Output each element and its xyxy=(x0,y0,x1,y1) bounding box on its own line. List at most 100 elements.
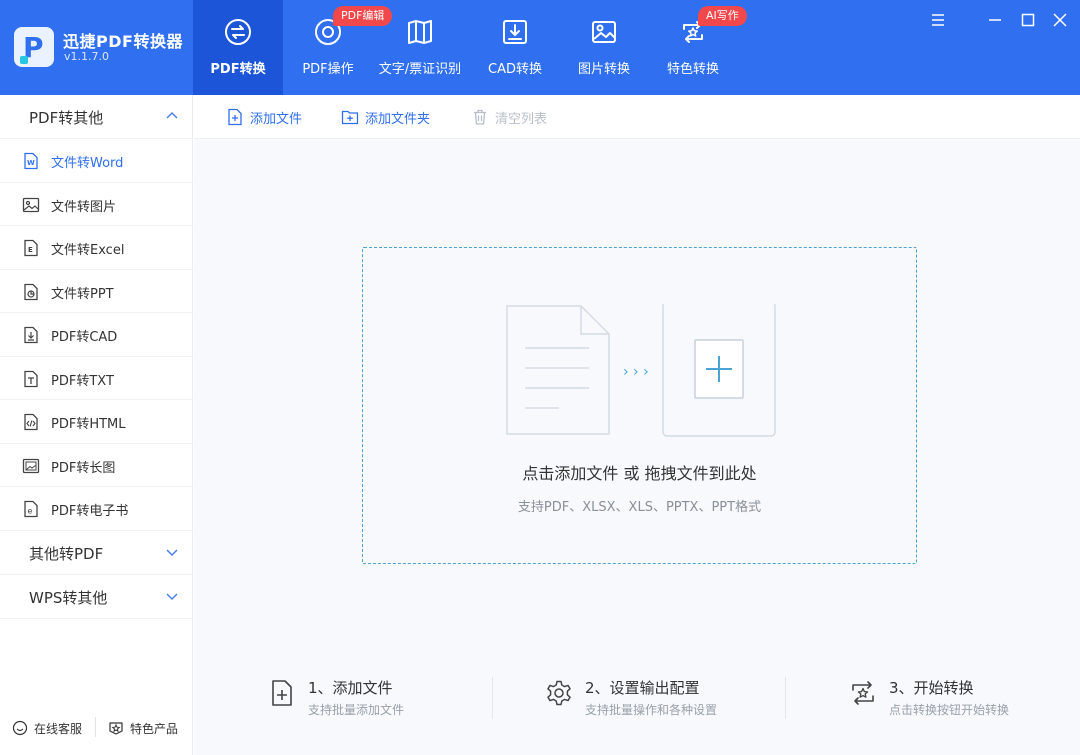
sidebar-item-file-to-ppt[interactable]: 文件转PPT xyxy=(0,270,193,313)
ai-writing-badge: AI写作 xyxy=(698,6,747,26)
add-file-step-icon xyxy=(272,680,292,706)
chat-icon xyxy=(12,720,28,736)
drop-zone-subtitle: 支持PDF、XLSX、XLS、PPTX、PPT格式 xyxy=(517,500,762,515)
step-divider xyxy=(785,677,786,719)
sidebar: PDF转其他 W 文件转Word 文件转图片 E 文件转Excel 文件转PPT… xyxy=(0,95,193,755)
footer-divider xyxy=(95,717,96,737)
sidebar-item-pdf-to-long-image[interactable]: PDF转长图 xyxy=(0,444,193,487)
app-name: 迅捷PDF转换器 xyxy=(63,32,183,51)
clear-list-label: 清空列表 xyxy=(495,112,548,127)
image-icon xyxy=(592,21,616,43)
step-title: 2、设置输出配置 xyxy=(585,679,700,697)
sidebar-item-label: 文件转PPT xyxy=(51,286,114,302)
step-subtitle: 支持批量操作和各种设置 xyxy=(585,703,718,717)
maximize-icon[interactable] xyxy=(1018,10,1038,30)
sidebar-item-pdf-to-cad[interactable]: PDF转CAD xyxy=(0,313,193,357)
tab-label: PDF操作 xyxy=(302,62,354,77)
add-file-button[interactable]: 添加文件 xyxy=(226,107,316,127)
drop-illustration: › › › xyxy=(506,304,776,437)
sidebar-item-label: PDF转HTML xyxy=(51,417,126,432)
featured-products-icon xyxy=(109,722,123,735)
app-logo-icon: P xyxy=(14,27,54,67)
sidebar-item-label: 文件转图片 xyxy=(51,199,117,215)
image-file-icon xyxy=(22,197,40,212)
pdf-convert-icon xyxy=(225,19,251,45)
step-add-file: 1、添加文件 支持批量添加文件 xyxy=(268,675,468,719)
step-subtitle: 支持批量添加文件 xyxy=(308,703,405,717)
chevron-down-icon xyxy=(166,549,178,557)
html-file-icon xyxy=(24,413,38,431)
sidebar-item-pdf-to-html[interactable]: PDF转HTML xyxy=(0,400,193,444)
add-folder-label: 添加文件夹 xyxy=(365,112,431,127)
category-wps-to-other[interactable]: WPS转其他 xyxy=(0,575,193,619)
category-label: PDF转其他 xyxy=(29,109,104,127)
main-panel: 添加文件 添加文件夹 清空列表 › › › 点击添加文件 或 拖拽文件到此处 支… xyxy=(194,95,1080,755)
excel-file-icon: E xyxy=(24,239,38,257)
sidebar-item-pdf-to-ebook[interactable]: e PDF转电子书 xyxy=(0,487,193,531)
cad-file-icon xyxy=(24,326,38,344)
tab-label: 特色转换 xyxy=(666,62,719,77)
tab-cad[interactable]: CAD转换 xyxy=(470,0,560,95)
document-icon xyxy=(506,305,610,435)
category-label: WPS转其他 xyxy=(29,589,108,607)
pdf-edit-badge: PDF编辑 xyxy=(333,6,393,26)
file-drop-zone[interactable]: › › › 点击添加文件 或 拖拽文件到此处 支持PDF、XLSX、XLS、PP… xyxy=(362,247,917,564)
trash-icon xyxy=(474,109,486,125)
step-subtitle: 点击转换按钮开始转换 xyxy=(889,703,1010,717)
sidebar-item-label: PDF转长图 xyxy=(51,460,116,476)
arrows-icon: › › › xyxy=(623,364,649,380)
cad-icon xyxy=(503,20,527,44)
step-start-convert: 3、开始转换 点击转换按钮开始转换 xyxy=(849,675,1059,719)
sidebar-item-file-to-word[interactable]: W 文件转Word xyxy=(0,139,193,183)
sidebar-item-label: 文件转Excel xyxy=(51,243,125,258)
gear-icon xyxy=(547,680,571,706)
menu-icon[interactable] xyxy=(928,10,948,30)
tab-label: 图片转换 xyxy=(577,62,630,77)
long-image-icon xyxy=(22,458,40,473)
online-support-label: 在线客服 xyxy=(34,722,83,736)
step-output-settings: 2、设置输出配置 支持批量操作和各种设置 xyxy=(545,675,765,719)
tab-image[interactable]: 图片转换 xyxy=(559,0,649,95)
category-pdf-to-other[interactable]: PDF转其他 xyxy=(0,95,193,139)
tab-label: 文字/票证识别 xyxy=(378,62,462,77)
step-title: 1、添加文件 xyxy=(308,679,393,697)
sidebar-item-file-to-image[interactable]: 文件转图片 xyxy=(0,183,193,226)
add-folder-button[interactable]: 添加文件夹 xyxy=(341,107,446,127)
tab-label: CAD转换 xyxy=(488,62,542,77)
app-version: v1.1.7.0 xyxy=(64,50,109,63)
drop-zone-title: 点击添加文件 或 拖拽文件到此处 xyxy=(522,464,757,483)
svg-text:E: E xyxy=(28,246,33,254)
word-file-icon: W xyxy=(24,152,38,170)
sidebar-item-file-to-excel[interactable]: E 文件转Excel xyxy=(0,226,193,270)
chevron-up-icon xyxy=(166,111,178,119)
ppt-file-icon xyxy=(24,283,38,300)
sidebar-item-label: PDF转TXT xyxy=(51,373,114,389)
title-bar: P 迅捷PDF转换器 v1.1.7.0 PDF转换 PDF操作 文字/票证识别 xyxy=(0,0,1080,95)
add-file-icon xyxy=(228,108,242,126)
txt-file-icon xyxy=(24,370,38,387)
toolbar: 添加文件 添加文件夹 清空列表 xyxy=(194,95,1080,139)
category-other-to-pdf[interactable]: 其他转PDF xyxy=(0,531,193,575)
sidebar-item-label: PDF转电子书 xyxy=(51,504,129,519)
step-divider xyxy=(492,677,493,719)
add-folder-icon xyxy=(341,110,359,125)
tab-pdf-convert[interactable]: PDF转换 xyxy=(193,0,283,95)
ebook-file-icon: e xyxy=(24,500,38,518)
step-title: 3、开始转换 xyxy=(889,679,974,697)
ocr-icon xyxy=(408,20,432,44)
tab-label: PDF转换 xyxy=(210,62,266,77)
clear-list-button[interactable]: 清空列表 xyxy=(471,107,561,127)
svg-text:W: W xyxy=(27,159,35,167)
convert-star-icon xyxy=(852,681,874,705)
category-label: 其他转PDF xyxy=(29,545,104,563)
close-icon[interactable] xyxy=(1050,10,1070,30)
minimize-icon[interactable] xyxy=(985,10,1005,30)
sidebar-item-label: PDF转CAD xyxy=(51,330,118,345)
brand: P 迅捷PDF转换器 v1.1.7.0 xyxy=(0,0,193,95)
svg-text:e: e xyxy=(28,507,33,516)
sidebar-item-pdf-to-txt[interactable]: PDF转TXT xyxy=(0,357,193,400)
add-file-label: 添加文件 xyxy=(250,112,303,127)
chevron-down-icon xyxy=(166,593,178,601)
featured-products-label: 特色产品 xyxy=(130,722,179,736)
sidebar-item-label: 文件转Word xyxy=(51,156,124,171)
